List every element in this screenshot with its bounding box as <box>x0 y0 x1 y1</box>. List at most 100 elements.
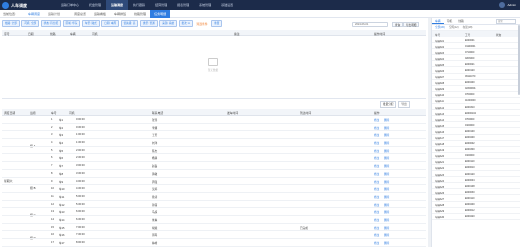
delete-link[interactable]: 删除 <box>384 187 389 191</box>
edit-link[interactable]: 修改 <box>374 118 379 122</box>
delete-link[interactable]: 删除 <box>384 172 389 176</box>
cell-code: 6:00:00 <box>76 210 85 214</box>
delete-link[interactable]: 删除 <box>384 218 389 222</box>
delete-link[interactable]: 删除 <box>384 149 389 153</box>
side-item-name: 车辆A15 <box>435 124 445 128</box>
delete-link[interactable]: 删除 <box>384 133 389 137</box>
delete-link[interactable]: 删除 <box>384 118 389 122</box>
edit-link[interactable]: 修改 <box>374 141 379 145</box>
nav-item[interactable]: 运输订单中心 <box>56 0 84 10</box>
delete-link[interactable]: 删除 <box>384 156 389 160</box>
side-filter-option[interactable]: 空闲(12) <box>449 25 459 30</box>
divider <box>2 98 426 99</box>
reset-filter-button[interactable]: 重置 <box>211 20 223 27</box>
filter-chip[interactable]: 日期: 本周 <box>101 20 120 27</box>
page-tab[interactable]: 调度总览 <box>70 10 90 18</box>
empty-state: 暂无数据 <box>200 58 226 78</box>
edit-link[interactable]: 修改 <box>374 226 379 230</box>
side-list-item[interactable]: 车辆A30 E000220 <box>432 214 520 220</box>
side-item-name: 车辆A04 <box>435 57 445 61</box>
page-tab[interactable]: 运输看板 <box>90 10 110 18</box>
date-input[interactable]: 2024-06-01 <box>352 21 388 27</box>
filter-chip[interactable]: 车型: 厢式 <box>81 20 100 27</box>
cell-car: 车13 <box>59 211 65 215</box>
filter-chip[interactable]: 优先级: 高 <box>120 20 139 27</box>
page-tab[interactable]: 线路管理 <box>130 10 150 18</box>
edit-link[interactable]: 修改 <box>374 133 379 137</box>
table-row: 14 车14 6:30:00 朱琳 修改 删除 <box>2 216 426 224</box>
side-tab[interactable]: 司机 <box>444 18 456 24</box>
delete-link[interactable]: 删除 <box>384 180 389 184</box>
nav-item[interactable]: 基础设置 <box>216 0 238 10</box>
batch-assign-button[interactable]: 批量分配 <box>380 101 397 108</box>
page-tab[interactable]: 车辆排班 <box>110 10 130 18</box>
table-row: 10 车10 4:30:00 吴婷 修改 删除 <box>2 185 426 193</box>
cell-car: 车11 <box>59 195 65 199</box>
delete-link[interactable]: 删除 <box>384 210 389 214</box>
delete-link[interactable]: 删除 <box>384 141 389 145</box>
cell-code: 4:00:00 <box>76 179 85 183</box>
side-item-name: 车辆A12 <box>435 106 445 110</box>
delete-link[interactable]: 删除 <box>384 164 389 168</box>
cell-driver: 胡斌 <box>152 226 158 230</box>
delete-link[interactable]: 删除 <box>384 241 389 245</box>
edit-link[interactable]: 修改 <box>374 210 379 214</box>
filter-chip[interactable]: 线路: 全部 <box>2 20 20 27</box>
filter-chip[interactable]: 类型: 普通 <box>139 20 158 27</box>
edit-link[interactable]: 修改 <box>374 241 379 245</box>
nav-item[interactable]: 报表管理 <box>172 0 194 10</box>
export-detail-button[interactable]: 导出明细 <box>403 21 420 27</box>
side-item-code: E000220 <box>465 215 475 219</box>
edit-link[interactable]: 修改 <box>374 218 379 222</box>
edit-link[interactable]: 修改 <box>374 195 379 199</box>
nav-item[interactable]: 结算管理 <box>150 0 172 10</box>
side-item-name: 车辆A27 <box>435 197 445 201</box>
crumb-tab[interactable]: 运输计划 <box>44 10 64 18</box>
export-button[interactable]: 导出 <box>398 101 410 108</box>
nav-item[interactable]: 托盘管理 <box>84 0 106 10</box>
query-button[interactable]: 查询 <box>392 21 404 27</box>
side-search-input[interactable]: 搜索 <box>496 19 516 24</box>
side-item-code: 01100001 <box>465 44 476 48</box>
delete-link[interactable]: 删除 <box>384 203 389 207</box>
user-menu[interactable]: Admin <box>499 2 516 8</box>
side-item-name: 车辆A02 <box>435 45 445 49</box>
edit-link[interactable]: 修改 <box>374 203 379 207</box>
cell-code: 3:30:00 <box>76 171 85 175</box>
delete-link[interactable]: 删除 <box>384 195 389 199</box>
edit-link[interactable]: 修改 <box>374 233 379 237</box>
edit-link[interactable]: 修改 <box>374 187 379 191</box>
filter-chip[interactable]: 区域: 华东 <box>62 20 81 27</box>
edit-link[interactable]: 修改 <box>374 126 379 130</box>
side-filter-option[interactable]: 全部(30) <box>435 25 445 30</box>
edit-link[interactable]: 修改 <box>374 149 379 153</box>
cell-driver: 陈杰 <box>152 149 158 153</box>
cell-car: 车14 <box>59 218 65 222</box>
crumb-tab[interactable]: 车辆调度 <box>24 10 44 18</box>
delete-link[interactable]: 删除 <box>384 126 389 130</box>
delete-link[interactable]: 删除 <box>384 226 389 230</box>
edit-link[interactable]: 修改 <box>374 172 379 176</box>
edit-link[interactable]: 修改 <box>374 164 379 168</box>
cell-no: 14 <box>51 217 54 221</box>
filter-chip[interactable]: 来源: 系统 <box>159 20 178 27</box>
side-tab[interactable]: 车辆 <box>432 18 444 24</box>
nav-item[interactable]: 执行跟踪 <box>128 0 150 10</box>
cell-driver: 朱琳 <box>152 218 158 222</box>
side-filter-option[interactable]: 在途(18) <box>463 25 473 30</box>
table2-body: 星期六 组 A 组 B 组 C 组 D 1 车1 0:00:00 张伟 修改 删除 2 车2 0… <box>2 116 426 247</box>
edit-link[interactable]: 修改 <box>374 180 379 184</box>
delete-link[interactable]: 删除 <box>384 233 389 237</box>
page-tab[interactable]: 任务明细 <box>150 10 171 18</box>
nav-item[interactable]: 系统管理 <box>194 0 216 10</box>
filter-chip[interactable]: 状态: 待分配 <box>40 20 62 27</box>
cell-driver: 杨静 <box>152 157 158 161</box>
nav-item[interactable]: 运输调度 <box>106 0 129 10</box>
filter-chip[interactable]: 批次: A <box>178 20 193 27</box>
edit-link[interactable]: 修改 <box>374 156 379 160</box>
table1-header-cell: 操作时间 <box>374 31 386 36</box>
side-item-code: E000110 <box>465 196 475 200</box>
filter-chip[interactable]: 司机: 全部 <box>21 20 40 27</box>
side-item-name: 车辆A05 <box>435 63 445 67</box>
side-tab[interactable]: 线路 <box>455 18 467 24</box>
